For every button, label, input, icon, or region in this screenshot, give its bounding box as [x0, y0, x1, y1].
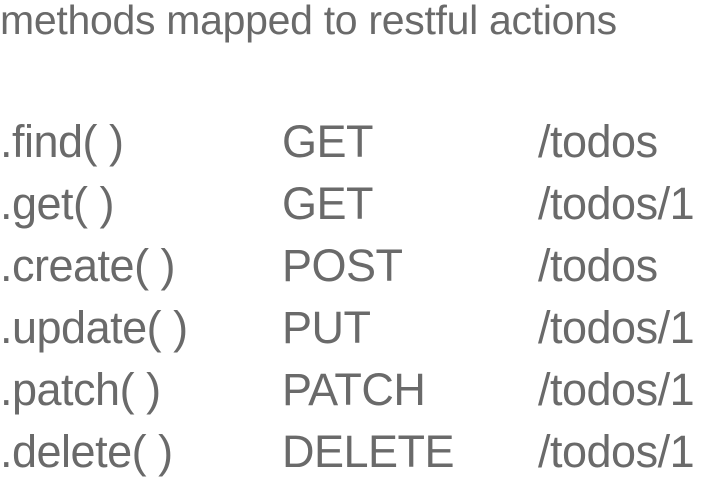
table-row: .update( ) PUT /todos/1 — [0, 302, 718, 364]
endpoint-path: /todos/1 — [538, 178, 695, 229]
table-row: .delete( ) DELETE /todos/1 — [0, 426, 718, 478]
table-row: .find( ) GET /todos — [0, 116, 718, 178]
method-mapping-table: .find( ) GET /todos .get( ) GET /todos/1… — [0, 116, 718, 478]
method-name: .create( ) — [0, 240, 176, 291]
table-row: .create( ) POST /todos — [0, 240, 718, 302]
endpoint-path: /todos — [538, 116, 658, 167]
http-verb: GET — [282, 116, 374, 167]
endpoint-path: /todos/1 — [538, 426, 695, 477]
table-row: .patch( ) PATCH /todos/1 — [0, 364, 718, 426]
endpoint-path: /todos/1 — [538, 302, 695, 353]
method-name: .find( ) — [0, 116, 124, 167]
http-verb: GET — [282, 178, 374, 229]
endpoint-path: /todos/1 — [538, 364, 695, 415]
http-verb: PATCH — [282, 364, 426, 415]
method-name: .delete( ) — [0, 426, 173, 477]
slide-title: methods mapped to restful actions — [0, 0, 617, 43]
http-verb: DELETE — [282, 426, 455, 477]
method-name: .update( ) — [0, 302, 188, 353]
method-name: .patch( ) — [0, 364, 161, 415]
http-verb: PUT — [282, 302, 371, 353]
table-row: .get( ) GET /todos/1 — [0, 178, 718, 240]
method-name: .get( ) — [0, 178, 115, 229]
endpoint-path: /todos — [538, 240, 658, 291]
http-verb: POST — [282, 240, 403, 291]
slide: methods mapped to restful actions .find(… — [0, 0, 718, 478]
